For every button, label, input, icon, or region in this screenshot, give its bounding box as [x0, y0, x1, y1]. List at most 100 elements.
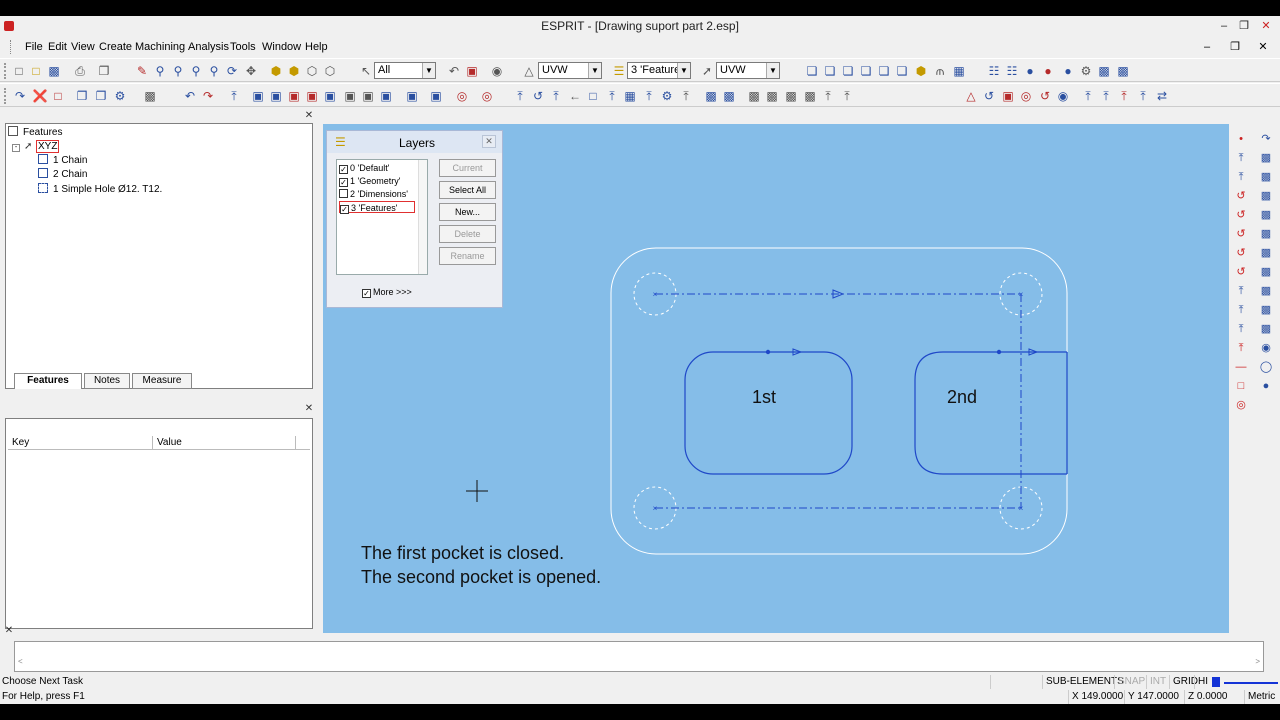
work-plane-combo[interactable]: UVW ▼ — [538, 62, 602, 79]
layers-scrollbar[interactable] — [418, 160, 427, 274]
sim-back-icon[interactable]: ← — [567, 88, 583, 104]
properties-icon[interactable]: ● — [1022, 63, 1038, 79]
move-view-icon[interactable]: ✥ — [243, 63, 259, 79]
sim-icon-5[interactable]: ⤒ — [604, 88, 620, 104]
surface-icon-6[interactable]: ▩ — [1259, 227, 1273, 241]
nc-icon-2[interactable]: ▩ — [721, 88, 737, 104]
zoom-fit-icon[interactable]: ⚲ — [206, 63, 222, 79]
circle-icon[interactable]: ◎ — [1234, 398, 1248, 412]
fillet-icon[interactable]: ⤒ — [1234, 284, 1248, 298]
arc-5-icon[interactable]: ↺ — [1234, 265, 1248, 279]
trim-icon[interactable]: ⤒ — [1080, 88, 1096, 104]
feature-icon-5[interactable]: ▣ — [304, 88, 320, 104]
dialog-icon[interactable]: ▩ — [1096, 63, 1112, 79]
op-icon-7[interactable]: ▩ — [142, 88, 158, 104]
surface-icon-10[interactable]: ▩ — [1259, 303, 1273, 317]
menu-file[interactable]: File — [25, 40, 43, 54]
menu-window[interactable]: Window — [262, 40, 301, 54]
nc-icon-3[interactable]: ▩ — [746, 88, 762, 104]
arc-3-icon[interactable]: ↺ — [1234, 227, 1248, 241]
layer-checkbox[interactable]: ✓ — [339, 178, 348, 187]
layer-item-1[interactable]: ✓ 1 'Geometry' — [339, 175, 400, 187]
menu-view[interactable]: View — [71, 40, 95, 54]
menu-machining[interactable]: Machining — [135, 40, 185, 54]
layer-item-3[interactable]: ✓ 3 'Features' — [339, 201, 415, 214]
more-checkbox[interactable]: ✓ — [362, 289, 371, 298]
op-icon-3[interactable]: □ — [50, 88, 66, 104]
geom-icon-2[interactable]: ↺ — [981, 88, 997, 104]
column-value[interactable]: Value — [153, 436, 296, 450]
rename-layer-button[interactable]: Rename — [439, 247, 496, 265]
wireframe-icon[interactable]: ⬡ — [304, 63, 320, 79]
op-icon-2[interactable]: ❌ — [32, 88, 48, 104]
hidden-line-icon[interactable]: ⬡ — [322, 63, 338, 79]
feature-icon-1[interactable]: ⤒ — [226, 88, 242, 104]
surface-icon-4[interactable]: ▩ — [1259, 189, 1273, 203]
view-bottom-icon[interactable]: ❏ — [876, 63, 892, 79]
surface-icon-9[interactable]: ▩ — [1259, 284, 1273, 298]
surface-icon-3[interactable]: ▩ — [1259, 170, 1273, 184]
work-plane-icon[interactable]: △ — [521, 63, 537, 79]
restore-icon[interactable]: ❐ — [1232, 16, 1256, 36]
rotate-icon[interactable]: ⟳ — [224, 63, 240, 79]
sim-icon-3[interactable]: ⤒ — [548, 88, 564, 104]
arc-2-icon[interactable]: ↺ — [1234, 208, 1248, 222]
layer-item-0[interactable]: ✓ 0 'Default' — [339, 162, 389, 174]
arc-icon[interactable]: ↺ — [1234, 189, 1248, 203]
tree-icon[interactable]: ☷ — [986, 63, 1002, 79]
command-close-icon[interactable]: ✕ — [4, 626, 14, 636]
scroll-right-icon[interactable]: > — [1255, 657, 1260, 666]
mdi-close-icon[interactable]: ✕ — [1252, 39, 1274, 55]
stop-icon[interactable]: ▣ — [464, 63, 480, 79]
pan-icon[interactable]: ✎ — [134, 63, 150, 79]
sim-icon-6[interactable]: ▦ — [622, 88, 638, 104]
column-key[interactable]: Key — [8, 436, 153, 450]
tab-measure[interactable]: Measure — [132, 373, 192, 389]
chamfer-icon[interactable]: ⤒ — [1234, 303, 1248, 317]
status-sub-elements[interactable]: SUB-ELEMENTS — [1042, 675, 1124, 689]
sim-icon-1[interactable]: ⤒ — [512, 88, 528, 104]
layout-icon[interactable]: ☷ — [1004, 63, 1020, 79]
geom-icon-5[interactable]: ↺ — [1037, 88, 1053, 104]
layer-item-2[interactable]: 2 'Dimensions' — [339, 188, 408, 200]
status-line-style[interactable] — [1224, 682, 1278, 684]
properties-panel-close-icon[interactable]: ✕ — [304, 404, 314, 414]
new-file-icon[interactable]: □ — [11, 63, 27, 79]
geom-icon-6[interactable]: ◉ — [1055, 88, 1071, 104]
image-icon[interactable]: ▩ — [1115, 63, 1131, 79]
solid-icon[interactable]: ◉ — [1259, 341, 1273, 355]
menu-analysis[interactable]: Analysis — [188, 40, 229, 54]
tree-item-hole[interactable]: 1 Simple Hole Ø12. T12. — [38, 183, 162, 196]
view-front-icon[interactable]: ❏ — [822, 63, 838, 79]
surface-icon-5[interactable]: ▩ — [1259, 208, 1273, 222]
zoom-in-icon[interactable]: ⚲ — [152, 63, 168, 79]
feature-icon-2[interactable]: ▣ — [250, 88, 266, 104]
surface-icon-11[interactable]: ▩ — [1259, 322, 1273, 336]
menu-edit[interactable]: Edit — [48, 40, 67, 54]
zoom-icon[interactable]: ⚲ — [170, 63, 186, 79]
nc-icon-6[interactable]: ▩ — [802, 88, 818, 104]
surface-icon-1[interactable]: ↷ — [1259, 132, 1273, 146]
pocket-1-chain[interactable] — [684, 351, 853, 475]
layer-checkbox[interactable] — [339, 189, 348, 198]
menu-help[interactable]: Help — [305, 40, 328, 54]
nc-icon-7[interactable]: ⤒ — [820, 88, 836, 104]
arc-4-icon[interactable]: ↺ — [1234, 246, 1248, 260]
dash-icon[interactable]: ⤒ — [1234, 341, 1248, 355]
layers-title-bar[interactable]: ☰ Layers — [327, 131, 502, 153]
palette-icon[interactable]: ● — [1060, 63, 1076, 79]
features-panel-close-icon[interactable]: ✕ — [304, 111, 314, 121]
copy-icon[interactable]: ❐ — [96, 63, 112, 79]
feature-icon-10[interactable]: ▣ — [404, 88, 420, 104]
offset-icon[interactable]: ⤒ — [1135, 88, 1151, 104]
feature-icon-4[interactable]: ▣ — [286, 88, 302, 104]
sim-icon-2[interactable]: ↺ — [530, 88, 546, 104]
chain-open-icon[interactable]: ↷ — [200, 88, 216, 104]
nc-icon-1[interactable]: ▩ — [703, 88, 719, 104]
features-root[interactable]: Features — [8, 126, 62, 139]
feature-icon-6[interactable]: ▣ — [322, 88, 338, 104]
menu-tools[interactable]: Tools — [230, 40, 256, 54]
feature-icon-8[interactable]: ▣ — [360, 88, 376, 104]
sim-icon-9[interactable]: ⤒ — [678, 88, 694, 104]
status-color-swatch[interactable] — [1212, 677, 1220, 687]
